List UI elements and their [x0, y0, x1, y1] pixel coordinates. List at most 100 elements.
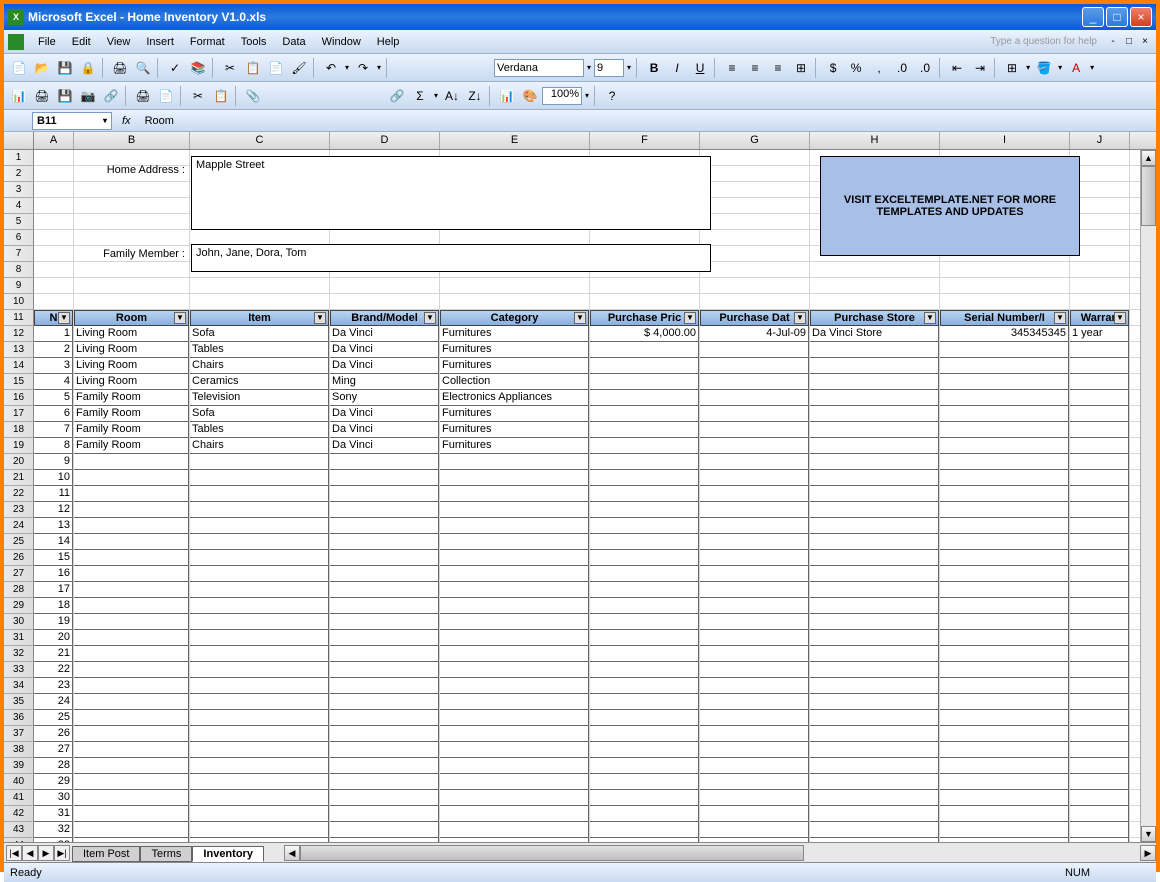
undo-dropdown[interactable]: ▾	[343, 63, 351, 72]
cell[interactable]	[74, 838, 189, 842]
cell[interactable]	[700, 582, 809, 598]
format-painter-icon[interactable]: 🖌	[288, 57, 310, 79]
cell[interactable]	[74, 534, 189, 550]
cell[interactable]	[700, 614, 809, 630]
cell[interactable]	[190, 534, 329, 550]
row-header[interactable]: 26	[4, 550, 34, 566]
fontcolor-dropdown[interactable]: ▾	[1088, 63, 1096, 72]
cell[interactable]	[700, 486, 809, 502]
cell[interactable]	[190, 518, 329, 534]
cell[interactable]	[940, 518, 1069, 534]
cell[interactable]	[440, 470, 589, 486]
cell[interactable]	[440, 646, 589, 662]
new-icon[interactable]: 📄	[8, 57, 30, 79]
cell[interactable]	[1070, 662, 1129, 678]
filter-header[interactable]: N▼	[34, 310, 73, 326]
cell[interactable]: Living Room	[74, 374, 189, 390]
zoom-select[interactable]: 100%	[542, 87, 582, 105]
tab-first-icon[interactable]: |◀	[6, 845, 22, 861]
cell[interactable]	[1070, 438, 1129, 454]
filter-header[interactable]: Item▼	[190, 310, 329, 326]
filter-dropdown-icon[interactable]: ▼	[574, 312, 586, 324]
cell[interactable]	[190, 726, 329, 742]
cell[interactable]	[810, 662, 939, 678]
cell[interactable]	[1070, 726, 1129, 742]
cell[interactable]	[940, 598, 1069, 614]
cell[interactable]	[590, 390, 699, 406]
cell[interactable]: 3	[34, 358, 73, 374]
cell[interactable]	[700, 710, 809, 726]
cell[interactable]	[940, 758, 1069, 774]
cell[interactable]	[74, 678, 189, 694]
cell[interactable]	[330, 790, 439, 806]
cell[interactable]: Da Vinci Store	[810, 326, 939, 342]
row-header[interactable]: 25	[4, 534, 34, 550]
cell[interactable]	[700, 790, 809, 806]
row-header[interactable]: 14	[4, 358, 34, 374]
cell[interactable]: 28	[34, 758, 73, 774]
cell[interactable]	[440, 822, 589, 838]
cell[interactable]: Electronics Appliances	[440, 390, 589, 406]
cell[interactable]: 33	[34, 838, 73, 842]
cell[interactable]	[330, 806, 439, 822]
cell[interactable]	[940, 454, 1069, 470]
cell[interactable]	[700, 550, 809, 566]
home-address-value[interactable]: Mapple Street	[191, 156, 711, 230]
cell[interactable]	[590, 566, 699, 582]
cell[interactable]	[330, 838, 439, 842]
row-header[interactable]: 13	[4, 342, 34, 358]
cell[interactable]	[700, 390, 809, 406]
cell[interactable]: 27	[34, 742, 73, 758]
cell[interactable]	[74, 662, 189, 678]
cell[interactable]	[74, 758, 189, 774]
filter-dropdown-icon[interactable]: ▼	[424, 312, 436, 324]
cell[interactable]	[74, 806, 189, 822]
sort-desc-icon[interactable]: Z↓	[464, 85, 486, 107]
cell[interactable]	[74, 518, 189, 534]
horizontal-scrollbar[interactable]: ◀ ▶	[284, 845, 1156, 861]
column-header-a[interactable]: A	[34, 132, 74, 149]
cell[interactable]: 6	[34, 406, 73, 422]
cell[interactable]	[440, 502, 589, 518]
row-header[interactable]: 28	[4, 582, 34, 598]
cell[interactable]	[74, 486, 189, 502]
cell[interactable]	[74, 742, 189, 758]
scroll-right-icon[interactable]: ▶	[1140, 845, 1156, 861]
cell[interactable]	[940, 374, 1069, 390]
cell[interactable]	[940, 678, 1069, 694]
cell[interactable]	[440, 534, 589, 550]
row-header[interactable]: 43	[4, 822, 34, 838]
font-size-dropdown[interactable]: ▾	[625, 63, 633, 72]
cell[interactable]	[440, 582, 589, 598]
tool-icon-2[interactable]: 🖨	[31, 85, 53, 107]
cell[interactable]	[700, 342, 809, 358]
cell[interactable]	[940, 694, 1069, 710]
column-header-d[interactable]: D	[330, 132, 440, 149]
cell[interactable]	[330, 822, 439, 838]
cell[interactable]: Chairs	[190, 438, 329, 454]
cell[interactable]: 17	[34, 582, 73, 598]
cell[interactable]	[810, 534, 939, 550]
row-header[interactable]: 34	[4, 678, 34, 694]
cell[interactable]	[330, 470, 439, 486]
cell[interactable]	[190, 694, 329, 710]
row-header[interactable]: 16	[4, 390, 34, 406]
cell[interactable]	[190, 470, 329, 486]
select-all-corner[interactable]	[4, 132, 34, 149]
cell[interactable]	[940, 774, 1069, 790]
cell[interactable]: Family Room	[74, 406, 189, 422]
menu-file[interactable]: File	[30, 33, 64, 51]
row-header[interactable]: 27	[4, 566, 34, 582]
column-header-i[interactable]: I	[940, 132, 1070, 149]
cell[interactable]	[74, 774, 189, 790]
tab-prev-icon[interactable]: ◀	[22, 845, 38, 861]
scroll-up-icon[interactable]: ▲	[1141, 150, 1156, 166]
drawing-icon[interactable]: 🎨	[519, 85, 541, 107]
cell[interactable]	[330, 454, 439, 470]
tool-icon-1[interactable]: 📊	[8, 85, 30, 107]
cell[interactable]	[1070, 646, 1129, 662]
cell[interactable]	[74, 614, 189, 630]
cell[interactable]	[810, 486, 939, 502]
column-header-g[interactable]: G	[700, 132, 810, 149]
cell[interactable]	[330, 726, 439, 742]
